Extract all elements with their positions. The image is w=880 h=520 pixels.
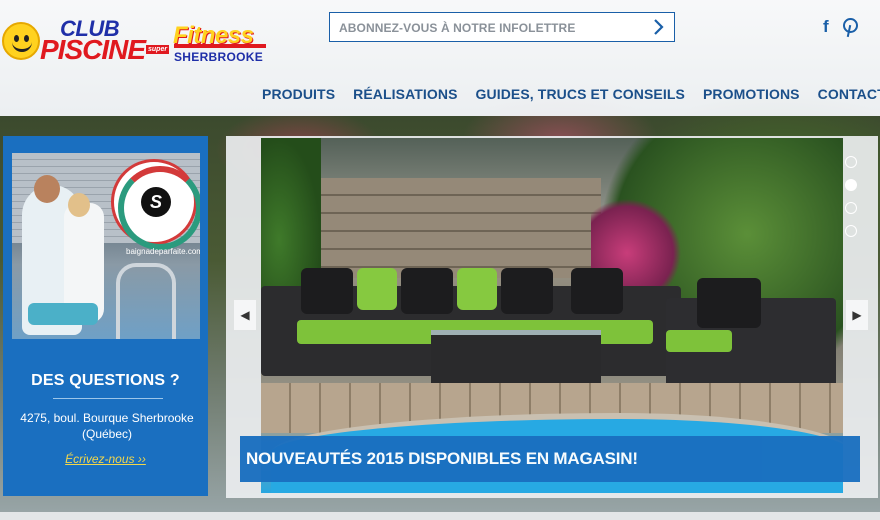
slider-dot-4[interactable] [845,225,857,237]
logo-super-text: super [146,45,170,54]
club-piscine-logo[interactable]: CLUB PISCINE super Fitness SHERBROOKE [2,14,270,66]
pinterest-icon [843,18,858,33]
chevron-right-icon [654,19,664,35]
nav-item-promotions[interactable]: PROMOTIONS [703,86,800,102]
photo-pillow [501,268,553,314]
slider-next-button[interactable]: ▶ [846,300,868,330]
nav-item-contact[interactable]: CONTACT [818,86,880,102]
newsletter-label: ABONNEZ-VOUS À NOTRE INFOLETTRE [339,21,576,35]
photo-legs [28,303,98,325]
badge-mark: S [141,187,171,217]
photo-chair-cushion [666,330,732,352]
write-us-link[interactable]: Écrivez-nous ›› [3,452,208,466]
address-line-2: (Québec) [81,427,133,441]
pinterest-link[interactable] [843,18,858,33]
photo-woman-head [34,175,60,203]
facebook-link[interactable]: f [823,18,829,36]
photo-pillow-green [457,268,497,310]
slider-dot-1[interactable] [845,156,857,168]
slider-prev-button[interactable]: ◀ [234,300,256,330]
safe-swimming-badge-icon: S [111,159,200,250]
facebook-icon: f [823,17,829,36]
slider-dot-3[interactable] [845,202,857,214]
photo-chair-pillow [697,278,761,328]
nav-item-produits[interactable]: PRODUITS [262,86,335,102]
store-address: 4275, boul. Bourque Sherbrooke (Québec) [13,410,201,442]
photo-steps [291,178,601,278]
logo-fitness-bar [174,44,266,48]
photo-pillow [301,268,353,314]
photo-pool-ladder [116,263,176,339]
contact-promo-box: S baignadeparfaite.com DES QUESTIONS ? 4… [3,136,208,496]
promo-photo: S baignadeparfaite.com [12,153,200,339]
photo-pillow [571,268,623,314]
nav-item-realisations[interactable]: RÉALISATIONS [353,86,457,102]
slider-pagination [845,156,857,248]
site-header: CLUB PISCINE super Fitness SHERBROOKE AB… [0,0,880,116]
photo-pillow [401,268,453,314]
logo-piscine-text: PISCINE [40,34,146,65]
slide-caption[interactable]: NOUVEAUTÉS 2015 DISPONIBLES EN MAGASIN! [240,436,860,482]
logo-location-text: SHERBROOKE [174,50,264,64]
page-bottom-strip [0,512,880,520]
promo-divider [53,398,163,399]
hero-slider: NOUVEAUTÉS 2015 DISPONIBLES EN MAGASIN! … [226,136,878,498]
smiley-logo-icon [2,22,40,60]
badge-url: baignadeparfaite.com [126,247,200,256]
address-line-1: 4275, boul. Bourque Sherbrooke [20,411,194,425]
photo-pillow-green [357,268,397,310]
slide-caption-text: NOUVEAUTÉS 2015 DISPONIBLES EN MAGASIN! [246,449,638,468]
photo-girl-head [68,193,90,217]
main-nav: PRODUITS RÉALISATIONS GUIDES, TRUCS ET C… [262,86,880,102]
slider-dot-2[interactable] [845,179,857,191]
promo-title: DES QUESTIONS ? [31,372,180,389]
newsletter-signup-button[interactable]: ABONNEZ-VOUS À NOTRE INFOLETTRE [329,12,675,42]
nav-item-guides[interactable]: GUIDES, TRUCS ET CONSEILS [476,86,685,102]
photo-table [431,330,601,390]
